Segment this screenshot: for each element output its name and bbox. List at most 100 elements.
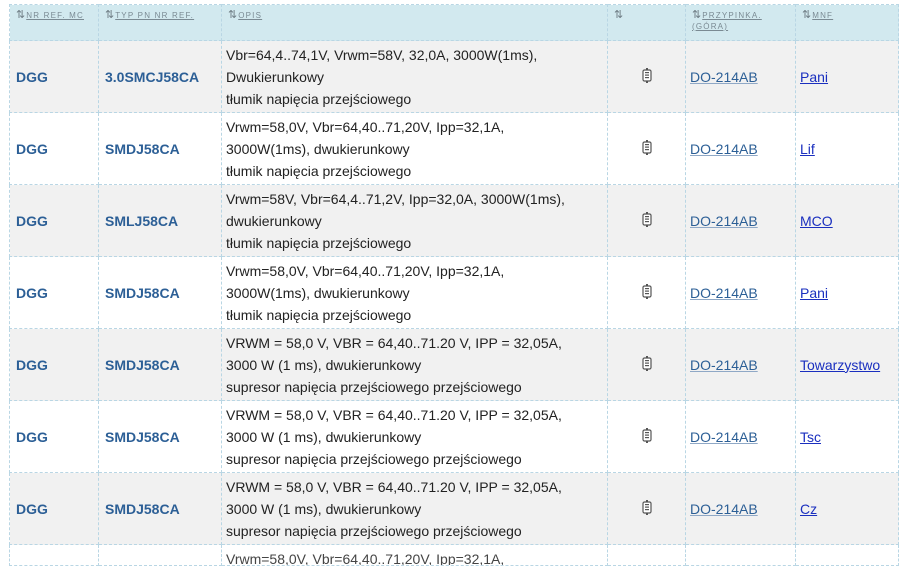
- icon-cell: [607, 328, 686, 401]
- description-line: tłumik napięcia przejściowego: [226, 90, 412, 107]
- package-cell: DO-214AB: [685, 472, 796, 545]
- description-line: tłumik napięcia przejściowego: [226, 234, 412, 251]
- part-number-cell: SMDJ58CA: [98, 400, 222, 473]
- description-line: Vbr=64,4..74,1V, Vrwm=58V, 32,0A, 3000W(…: [226, 46, 538, 63]
- mfr-cell: DGG: [9, 40, 99, 113]
- table-row: DGG SMDJ58CA VRWM = 58,0 V, VBR = 64,40..7…: [9, 400, 899, 473]
- mfr-cell: DGG: [9, 400, 99, 473]
- mnf-cell: Lif: [795, 112, 899, 185]
- mnf-cell: Pani: [795, 256, 899, 329]
- package-link[interactable]: DO-214AB: [690, 501, 758, 517]
- mfr-cell: DGG: [9, 112, 99, 185]
- package-link[interactable]: DO-214AB: [690, 357, 758, 373]
- part-number-cell: [98, 544, 222, 566]
- mnf-cell: MCO: [795, 184, 899, 257]
- table-row: DGG SMDJ58CA VRWM = 58,0 V, VBR = 64,40..7…: [9, 328, 899, 401]
- description-line: Vrwm=58,0V, Vbr=64,40..71,20V, Ipp=32,1A…: [226, 262, 505, 279]
- package-cell: DO-214AB: [685, 256, 796, 329]
- package-cell: [685, 544, 796, 566]
- icon-cell: [607, 184, 686, 257]
- description-line: Dwukierunkowy: [226, 68, 325, 85]
- table-row: DGG 3.0SMCJ58CA Vbr=64,4..74,1V, Vrwm=58V,…: [9, 40, 899, 113]
- package-link[interactable]: DO-214AB: [690, 213, 758, 229]
- component-icon[interactable]: [641, 427, 652, 446]
- description-line: supresor napięcia przejściowego przejści…: [226, 450, 522, 467]
- description-cell: Vrwm=58,0V, Vbr=64,40..71,20V, Ipp=32,1A…: [221, 544, 608, 566]
- description-line: 3000W(1ms), dwukierunkowy: [226, 284, 410, 301]
- description-line: 3000 W (1 ms), dwukierunkowy: [226, 500, 422, 517]
- description-cell: VRWM = 58,0 V, VBR = 64,40..71.20 V, IPP…: [221, 328, 608, 401]
- mnf-cell: [795, 544, 899, 566]
- component-icon[interactable]: [641, 499, 652, 518]
- description-line: 3000 W (1 ms), dwukierunkowy: [226, 356, 422, 373]
- package-cell: DO-214AB: [685, 328, 796, 401]
- mnf-cell: Towarzystwo: [795, 328, 899, 401]
- component-icon[interactable]: [641, 355, 652, 374]
- mnf-cell: Tsc: [795, 400, 899, 473]
- table-row: Vrwm=58,0V, Vbr=64,40..71,20V, Ipp=32,1A…: [9, 544, 899, 566]
- sort-icon[interactable]: ⇅: [614, 9, 623, 21]
- mfr-cell: DGG: [9, 184, 99, 257]
- table-row: DGG SMDJ58CA VRWM = 58,0 V, VBR = 64,40..7…: [9, 472, 899, 545]
- icon-cell: [607, 112, 686, 185]
- mfr-cell: [9, 544, 99, 566]
- description-line: VRWM = 58,0 V, VBR = 64,40..71.20 V, IPP…: [226, 478, 562, 495]
- description-cell: VRWM = 58,0 V, VBR = 64,40..71.20 V, IPP…: [221, 400, 608, 473]
- mnf-link[interactable]: Pani: [800, 285, 828, 301]
- mnf-link[interactable]: Cz: [800, 501, 817, 517]
- header-part-type[interactable]: ⇅TYP PN NR REF.: [98, 4, 222, 41]
- sort-icon[interactable]: ⇅: [802, 9, 811, 21]
- mnf-link[interactable]: Tsc: [800, 429, 821, 445]
- package-cell: DO-214AB: [685, 184, 796, 257]
- description-cell: VRWM = 58,0 V, VBR = 64,40..71.20 V, IPP…: [221, 472, 608, 545]
- component-icon[interactable]: [641, 211, 652, 230]
- description-line: supresor napięcia przejściowego przejści…: [226, 522, 522, 539]
- mnf-cell: Cz: [795, 472, 899, 545]
- table-row: DGG SMDJ58CA Vrwm=58,0V, Vbr=64,40..71,20V…: [9, 256, 899, 329]
- header-package[interactable]: ⇅PRZYPINKA. (GÓRA): [685, 4, 796, 41]
- mfr-cell: DGG: [9, 328, 99, 401]
- icon-cell: [607, 40, 686, 113]
- mfr-cell: DGG: [9, 472, 99, 545]
- component-icon[interactable]: [641, 67, 652, 86]
- sort-icon[interactable]: ⇅: [228, 9, 237, 21]
- part-number-cell: SMLJ58CA: [98, 184, 222, 257]
- part-number-cell: 3.0SMCJ58CA: [98, 40, 222, 113]
- mnf-cell: Pani: [795, 40, 899, 113]
- sort-icon[interactable]: ⇅: [105, 9, 114, 21]
- parts-table: ⇅NR REF. MC ⇅TYP PN NR REF. ⇅OPIS ⇅ ⇅PRZ…: [9, 4, 899, 566]
- description-line: VRWM = 58,0 V, VBR = 64,40..71.20 V, IPP…: [226, 334, 562, 351]
- header-mnf[interactable]: ⇅MNF: [795, 4, 899, 41]
- package-cell: DO-214AB: [685, 112, 796, 185]
- package-link[interactable]: DO-214AB: [690, 429, 758, 445]
- package-cell: DO-214AB: [685, 40, 796, 113]
- description-line: Vrwm=58,0V, Vbr=64,40..71,20V, Ipp=32,1A…: [226, 118, 505, 135]
- description-line: tłumik napięcia przejściowego: [226, 162, 412, 179]
- header-icon-col[interactable]: ⇅: [607, 4, 686, 41]
- description-line: VRWM = 58,0 V, VBR = 64,40..71.20 V, IPP…: [226, 406, 562, 423]
- component-icon[interactable]: [641, 283, 652, 302]
- mnf-link[interactable]: MCO: [800, 213, 833, 229]
- description-line: Vrwm=58V, Vbr=64,4..71,2V, Ipp=32,0A, 30…: [226, 190, 565, 207]
- part-number-cell: SMDJ58CA: [98, 112, 222, 185]
- header-row: ⇅NR REF. MC ⇅TYP PN NR REF. ⇅OPIS ⇅ ⇅PRZ…: [9, 4, 899, 41]
- description-line: supresor napięcia przejściowego przejści…: [226, 378, 522, 395]
- header-description[interactable]: ⇅OPIS: [221, 4, 608, 41]
- mnf-link[interactable]: Towarzystwo: [800, 357, 880, 373]
- icon-cell: [607, 400, 686, 473]
- icon-cell: [607, 256, 686, 329]
- sort-icon[interactable]: ⇅: [692, 9, 701, 21]
- part-number-cell: SMDJ58CA: [98, 256, 222, 329]
- component-icon[interactable]: [641, 139, 652, 158]
- package-link[interactable]: DO-214AB: [690, 285, 758, 301]
- mnf-link[interactable]: Pani: [800, 69, 828, 85]
- description-line: 3000W(1ms), dwukierunkowy: [226, 140, 410, 157]
- header-mfr-ref[interactable]: ⇅NR REF. MC: [9, 4, 99, 41]
- package-link[interactable]: DO-214AB: [690, 141, 758, 157]
- mnf-link[interactable]: Lif: [800, 141, 815, 157]
- package-link[interactable]: DO-214AB: [690, 69, 758, 85]
- description-cell: Vrwm=58V, Vbr=64,4..71,2V, Ipp=32,0A, 30…: [221, 184, 608, 257]
- sort-icon[interactable]: ⇅: [16, 9, 25, 21]
- description-cell: Vbr=64,4..74,1V, Vrwm=58V, 32,0A, 3000W(…: [221, 40, 608, 113]
- mfr-cell: DGG: [9, 256, 99, 329]
